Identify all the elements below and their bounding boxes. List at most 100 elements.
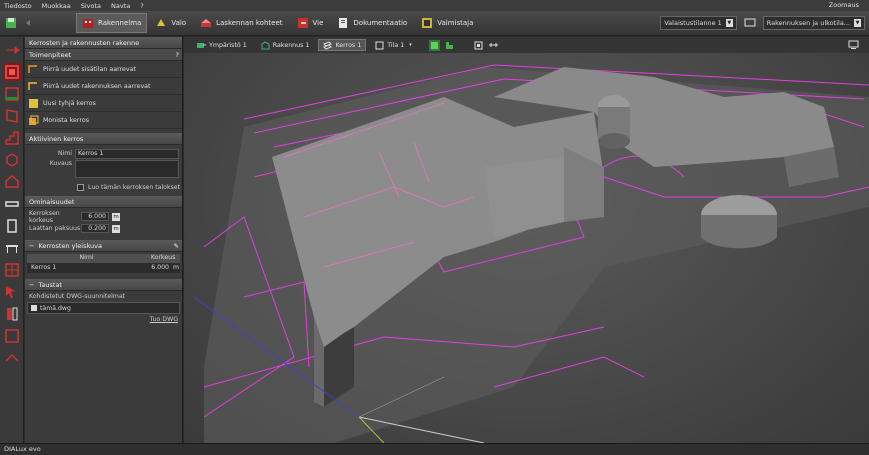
tab-floor[interactable]: Kerros 1 [318,39,367,51]
measure-icon[interactable] [488,40,499,51]
structure-panel: Kerrosten ja rakennusten rakenne Toimenp… [25,37,183,443]
stair-icon[interactable] [3,129,21,147]
floor-structure-icon[interactable] [3,63,21,81]
monitor-icon[interactable] [743,16,757,30]
draw-outline-icon [28,64,37,73]
slab-thickness-row: Laattan paksuus 0.200 m [29,224,120,233]
status-bar: DIALux evo [0,443,869,455]
door-icon[interactable] [3,305,21,323]
app-name: DIALux evo [4,445,41,453]
menu-bar: Tiedosto Muokkaa Sivota Navta ? Zoomaus [0,0,869,11]
frame-icon[interactable] [3,327,21,345]
table-icon[interactable] [3,239,21,257]
tab-export[interactable]: Vie [291,13,330,33]
building-icon [261,40,270,49]
tab-building[interactable]: Rakennus 1 [256,39,315,51]
draw-building-icon [28,81,37,90]
action-duplicate-floor[interactable]: Monista kerros [25,112,182,129]
main-toolbar: Rakennelma Valo Laskennan kohteet Vie Do… [0,11,869,36]
floor-height-row: Kerroksen korkeus 6.000 m [29,209,120,224]
overview-table-header: Nimi Korkeus [27,254,180,263]
menu-layout[interactable]: Sivota [81,2,101,10]
backgrounds-header[interactable]: − Taustat [25,279,182,291]
desc-row: Kuvaus [25,160,182,180]
3d-scene [193,64,869,443]
tab-documentation[interactable]: Dokumentaatio [331,13,413,33]
transfer-icon[interactable] [3,349,21,367]
create-luminaires-checkbox[interactable] [77,184,84,191]
solid-view-icon[interactable] [428,39,440,51]
tab-calculation-objects[interactable]: Laskennan kohteet [194,13,288,33]
new-floor-icon [29,98,38,108]
3d-viewport[interactable]: Ympäristö 1 Rakennus 1 Kerros 1 Tila 1 ▾ [184,37,869,443]
selection-icon[interactable] [3,283,21,301]
building-icon [83,19,93,28]
roof-icon[interactable] [3,173,21,191]
slab-icon[interactable] [3,195,21,213]
menu-edit[interactable]: Muokkaa [42,2,71,10]
lamp-icon [157,19,166,26]
overview-header[interactable]: − Kerrosten yleiskuva ✎ [25,240,182,252]
document-icon [339,18,348,28]
tool-strip [0,37,24,443]
unit-label: m [112,212,120,221]
action-new-empty-floor[interactable]: Uusi tyhjä kerros [25,95,182,112]
chevron-down-icon[interactable]: ▾ [409,42,412,48]
floor-icon [323,40,333,50]
chevron-down-icon: ▼ [854,19,861,27]
slab-thickness-input[interactable]: 0.200 [81,224,109,233]
wall-icon[interactable] [3,107,21,125]
action-draw-building-outline[interactable]: Piirrä uudet rakennuksen aarrevat [25,78,182,95]
toolbar-combos: Valaistustilanne 1 ▼ Rakennuksen ja ulko… [654,16,865,30]
duplicate-icon [29,115,39,125]
calc-object-icon [201,19,212,27]
zoom-label[interactable]: Zoomaus [829,1,859,9]
collapse-icon[interactable]: − [29,242,34,250]
focus-icon[interactable] [473,40,484,51]
column-icon[interactable] [3,217,21,235]
view-mode-select[interactable]: Rakennuksen ja ulkotila... ▼ [762,16,865,30]
collapse-icon[interactable]: − [29,281,34,289]
tab-environment[interactable]: Ympäristö 1 [192,39,252,51]
properties-header[interactable]: Ominaisuudet [25,196,182,208]
save-icon[interactable] [4,16,18,30]
export-icon [297,18,308,28]
panel-title: Kerrosten ja rakennusten rakenne [25,37,182,49]
arrow-tool-icon[interactable] [3,41,21,59]
tab-manufacturer[interactable]: Valmistaja [415,13,479,33]
floor-name-input[interactable]: Kerros 1 [75,148,179,159]
environment-icon [197,42,206,48]
table-row[interactable]: Kerros 1 6.000 m [27,263,180,273]
name-row: Nimi Kerros 1 [25,148,182,159]
tab-construction[interactable]: Rakennelma [76,13,148,33]
room-icon [375,41,384,49]
floor-description-input[interactable] [75,160,179,178]
chevron-down-icon: ▼ [725,19,733,27]
tab-room[interactable]: Tila 1 ▾ [370,39,417,51]
dwg-file-item[interactable]: tämä.dwg [27,302,180,314]
cube-icon[interactable] [3,151,21,169]
outline-view-icon[interactable] [444,40,455,51]
room-icon[interactable] [3,85,21,103]
window-icon[interactable] [3,261,21,279]
screen-icon[interactable] [848,39,859,50]
action-draw-indoor-outline[interactable]: Piirrä uudet sisätilan aarrevat [25,61,182,78]
menu-file[interactable]: Tiedosto [4,2,32,10]
light-scene-select[interactable]: Valaistustilanne 1 ▼ [660,16,737,30]
import-dwg-link[interactable]: Tuo DWG [25,316,182,323]
pin-icon[interactable]: ✎ [174,240,179,252]
checkbox-row: Luo tämän kerroksen talokset [25,182,182,193]
active-floor-header[interactable]: Aktiivinen kerros [25,133,182,145]
unit-label: m [112,224,120,233]
viewport-tabs: Ympäristö 1 Rakennus 1 Kerros 1 Tila 1 ▾ [184,37,869,53]
tab-light[interactable]: Valo [149,13,192,33]
help-icon[interactable]: ? [176,49,179,61]
dwg-label: Kohdistetut DWG-suunnitelmat [29,293,126,300]
undo-icon[interactable] [22,16,36,30]
menu-help[interactable]: ? [140,2,143,10]
checkbox-checked-icon[interactable] [31,305,37,311]
floor-height-input[interactable]: 6.000 [81,212,109,221]
menu-navigate[interactable]: Navta [111,2,130,10]
manufacturer-icon [422,18,433,28]
actions-header[interactable]: Toimenpiteet ? [25,49,182,61]
